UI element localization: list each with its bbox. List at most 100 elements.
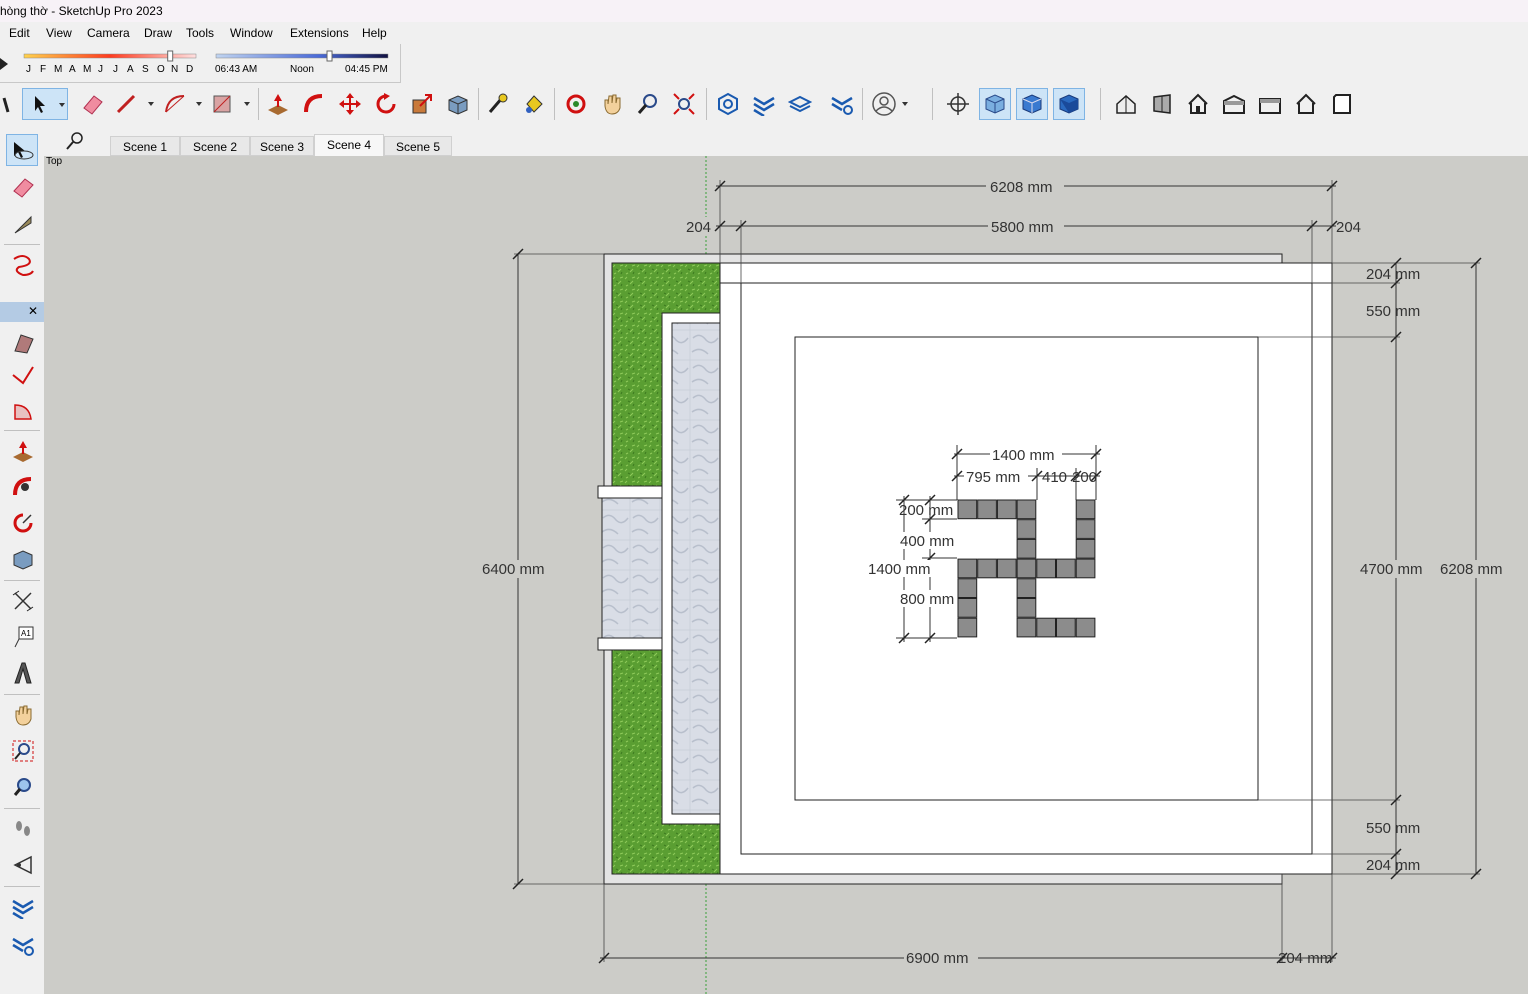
previous-view-button[interactable] [8, 772, 38, 802]
3d-warehouse-button[interactable] [714, 88, 742, 120]
bottom-view-button[interactable] [1328, 88, 1356, 120]
account-button[interactable] [868, 88, 916, 120]
left-view-button[interactable] [1292, 88, 1320, 120]
menu-help[interactable]: Help [362, 26, 387, 40]
zoom-tool-button[interactable] [634, 88, 662, 120]
rotate-tool-button[interactable] [372, 88, 400, 120]
front-view-button[interactable] [1184, 88, 1212, 120]
back-view-button[interactable] [1256, 88, 1284, 120]
dim-symbol-410[interactable]: 410 [1042, 469, 1067, 486]
top-view-button[interactable] [1148, 88, 1176, 120]
push-pull-tool-button[interactable] [8, 436, 38, 466]
dim-symbol-200v[interactable]: 200 mm [899, 502, 953, 519]
dim-top-total[interactable]: 6208 mm [990, 179, 1053, 196]
offset-tool-button[interactable] [444, 88, 472, 120]
scene-tab-3[interactable]: Scene 3 [250, 136, 314, 156]
symbol-block[interactable] [977, 499, 997, 520]
move-tool-button[interactable] [336, 88, 364, 120]
extension-warehouse-button[interactable] [8, 892, 38, 922]
symbol-block[interactable] [1075, 617, 1096, 638]
symbol-block[interactable] [1016, 617, 1037, 638]
modeling-viewport[interactable]: Top 6208 mm 204 5800 mm 204 204 mm 550 m… [44, 156, 1528, 994]
pan-tool-button[interactable] [598, 88, 626, 120]
dim-right-550-top[interactable]: 550 mm [1366, 303, 1420, 320]
right-view-button[interactable] [1220, 88, 1248, 120]
tape-measure-tool-button[interactable] [484, 88, 512, 120]
push-pull-tool-button[interactable] [264, 88, 292, 120]
menu-view[interactable]: View [46, 26, 72, 40]
rectangle-tool-button[interactable] [210, 88, 254, 120]
symbol-block[interactable] [1075, 558, 1096, 579]
scene-tab-1[interactable]: Scene 1 [110, 136, 180, 156]
scene-tab-5[interactable]: Scene 5 [384, 136, 452, 156]
entry-wall-top[interactable] [597, 485, 663, 499]
symbol-block[interactable] [957, 598, 978, 618]
scene-tab-4[interactable]: Scene 4 [314, 134, 384, 156]
menu-draw[interactable]: Draw [144, 26, 172, 40]
symbol-block[interactable] [1036, 558, 1057, 579]
scale-tool-button[interactable] [408, 88, 436, 120]
dim-top-left[interactable]: 204 [686, 219, 711, 236]
orbit-tool-button[interactable] [562, 88, 590, 120]
symbol-block[interactable] [996, 499, 1017, 520]
shadow-toggle-icon[interactable] [0, 58, 8, 70]
extension-warehouse-button[interactable] [750, 88, 778, 120]
dim-bottom-total[interactable]: 6900 mm [906, 950, 969, 967]
symbol-block[interactable] [957, 617, 978, 638]
symbol-block[interactable] [1075, 538, 1096, 559]
zoom-window-button[interactable] [8, 736, 38, 766]
walkway-tiles[interactable] [671, 322, 721, 815]
scene-tab-2[interactable]: Scene 2 [180, 136, 250, 156]
partial-tool-icon[interactable] [0, 88, 14, 120]
dim-symbol-height[interactable]: 1400 mm [868, 561, 931, 578]
symbol-block[interactable] [1016, 499, 1037, 520]
position-camera-button[interactable] [944, 88, 972, 120]
symbol-block[interactable] [957, 499, 978, 520]
rectangle-tool-button[interactable] [8, 328, 38, 358]
paint-bucket-tool-button[interactable] [520, 88, 548, 120]
select-tool-button[interactable] [22, 88, 68, 120]
symbol-block[interactable] [957, 558, 978, 579]
offset-tool-button[interactable] [8, 544, 38, 574]
symbol-block[interactable] [1016, 538, 1037, 559]
eraser-tool-button[interactable] [78, 88, 106, 120]
iso-view-button[interactable] [1112, 88, 1140, 120]
menu-edit[interactable]: Edit [9, 26, 30, 40]
close-icon[interactable]: ✕ [28, 304, 38, 318]
symbol-block[interactable] [996, 558, 1017, 579]
text-tool-button[interactable]: A1 [8, 622, 38, 652]
line-tool-button[interactable] [114, 88, 158, 120]
entry-tiles[interactable] [601, 497, 663, 639]
symbol-block[interactable] [1016, 578, 1037, 598]
symbol-block[interactable] [1036, 617, 1057, 638]
follow-me-tool-button[interactable] [300, 88, 328, 120]
month-slider-thumb[interactable] [167, 50, 174, 62]
xray-style-button[interactable] [979, 88, 1011, 120]
symbol-block[interactable] [1056, 617, 1076, 638]
time-slider-thumb[interactable] [326, 50, 333, 62]
freehand-tool-button[interactable] [8, 250, 38, 280]
dim-right-550-bottom[interactable]: 550 mm [1366, 820, 1420, 837]
rotate-tool-button[interactable] [8, 508, 38, 538]
dim-symbol-width[interactable]: 1400 mm [992, 447, 1055, 464]
pie-tool-button[interactable] [8, 396, 38, 426]
entry-wall-bottom[interactable] [597, 637, 663, 651]
pan-tool-button[interactable] [8, 700, 38, 730]
shaded-style-button[interactable] [1016, 88, 1048, 120]
paint-tool-button[interactable] [8, 210, 38, 240]
time-slider[interactable] [215, 53, 389, 59]
menu-extensions[interactable]: Extensions [290, 26, 349, 40]
walk-tool-button[interactable] [8, 814, 38, 844]
drawing-canvas[interactable]: 6208 mm 204 5800 mm 204 204 mm 550 mm 47… [44, 156, 1528, 994]
dim-right-204-bottom[interactable]: 204 mm [1366, 857, 1420, 874]
dim-top-right[interactable]: 204 [1336, 219, 1361, 236]
eraser-tool-button[interactable] [8, 172, 38, 202]
menu-camera[interactable]: Camera [87, 26, 130, 40]
layout-button[interactable] [786, 88, 814, 120]
dim-right-204-top[interactable]: 204 mm [1366, 266, 1420, 283]
symbol-block[interactable] [1016, 558, 1037, 579]
symbol-block[interactable] [1075, 519, 1096, 539]
dim-right-inner[interactable]: 4700 mm [1360, 561, 1423, 578]
dim-symbol-400[interactable]: 400 mm [900, 533, 954, 550]
3d-text-tool-button[interactable] [8, 658, 38, 688]
